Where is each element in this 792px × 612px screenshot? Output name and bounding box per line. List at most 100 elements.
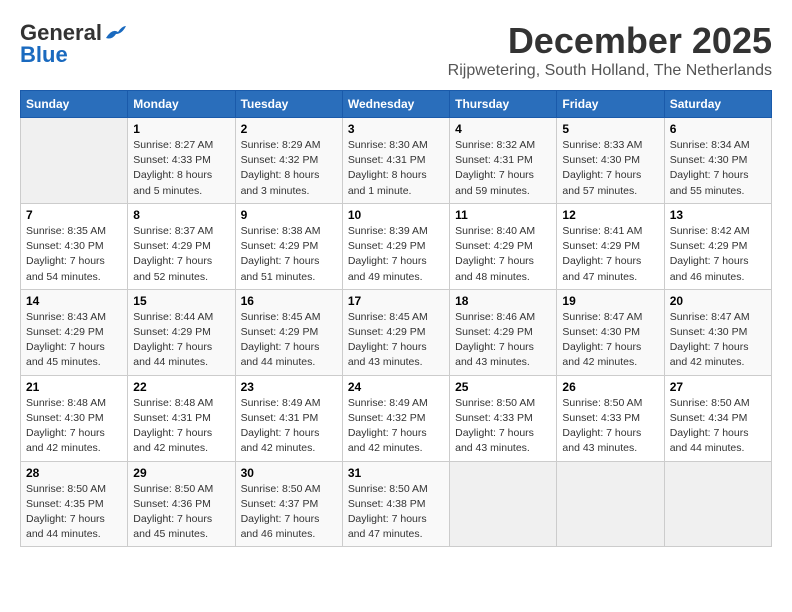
- calendar-cell: 13 Sunrise: 8:42 AMSunset: 4:29 PMDayligh…: [664, 203, 771, 289]
- col-sunday: Sunday: [21, 91, 128, 118]
- day-number: 27: [670, 380, 766, 394]
- calendar-week-row: 1Sunrise: 8:27 AMSunset: 4:33 PMDaylight…: [21, 118, 772, 204]
- calendar-cell: 9 Sunrise: 8:38 AMSunset: 4:29 PMDaylight…: [235, 203, 342, 289]
- day-info: Sunrise: 8:50 AMSunset: 4:37 PMDaylight:…: [241, 482, 337, 543]
- day-info: Sunrise: 8:50 AMSunset: 4:36 PMDaylight:…: [133, 482, 229, 543]
- day-number: 5: [562, 122, 658, 136]
- day-number: 9: [241, 208, 337, 222]
- logo-blue-text: Blue: [20, 42, 68, 68]
- day-info: Sunrise: 8:46 AMSunset: 4:29 PMDaylight:…: [455, 310, 551, 371]
- day-info: Sunrise: 8:29 AMSunset: 4:32 PMDaylight:…: [241, 138, 337, 199]
- day-number: 20: [670, 294, 766, 308]
- day-number: 12: [562, 208, 658, 222]
- calendar-cell: 29 Sunrise: 8:50 AMSunset: 4:36 PMDayligh…: [128, 461, 235, 547]
- calendar-cell: 21 Sunrise: 8:48 AMSunset: 4:30 PMDayligh…: [21, 375, 128, 461]
- day-info: Sunrise: 8:49 AMSunset: 4:32 PMDaylight:…: [348, 396, 444, 457]
- page-title: December 2025: [448, 20, 772, 62]
- col-tuesday: Tuesday: [235, 91, 342, 118]
- day-info: Sunrise: 8:35 AMSunset: 4:30 PMDaylight:…: [26, 224, 122, 285]
- day-number: 14: [26, 294, 122, 308]
- day-number: 18: [455, 294, 551, 308]
- calendar-cell: 24 Sunrise: 8:49 AMSunset: 4:32 PMDayligh…: [342, 375, 449, 461]
- day-info: Sunrise: 8:44 AMSunset: 4:29 PMDaylight:…: [133, 310, 229, 371]
- calendar-cell: 5 Sunrise: 8:33 AMSunset: 4:30 PMDaylight…: [557, 118, 664, 204]
- page-subtitle: Rijpwetering, South Holland, The Netherl…: [448, 62, 772, 80]
- calendar-cell: 26 Sunrise: 8:50 AMSunset: 4:33 PMDayligh…: [557, 375, 664, 461]
- day-info: Sunrise: 8:34 AMSunset: 4:30 PMDaylight:…: [670, 138, 766, 199]
- calendar-week-row: 28Sunrise: 8:50 AMSunset: 4:35 PMDayligh…: [21, 461, 772, 547]
- calendar-cell: 11Sunrise: 8:40 AMSunset: 4:29 PMDayligh…: [450, 203, 557, 289]
- day-info: Sunrise: 8:45 AMSunset: 4:29 PMDaylight:…: [241, 310, 337, 371]
- day-info: Sunrise: 8:39 AMSunset: 4:29 PMDaylight:…: [348, 224, 444, 285]
- day-info: Sunrise: 8:50 AMSunset: 4:38 PMDaylight:…: [348, 482, 444, 543]
- col-thursday: Thursday: [450, 91, 557, 118]
- day-number: 23: [241, 380, 337, 394]
- calendar-cell: 1Sunrise: 8:27 AMSunset: 4:33 PMDaylight…: [128, 118, 235, 204]
- day-number: 15: [133, 294, 229, 308]
- day-info: Sunrise: 8:47 AMSunset: 4:30 PMDaylight:…: [562, 310, 658, 371]
- day-number: 28: [26, 466, 122, 480]
- col-monday: Monday: [128, 91, 235, 118]
- calendar-cell: 18 Sunrise: 8:46 AMSunset: 4:29 PMDayligh…: [450, 289, 557, 375]
- calendar-cell: 28Sunrise: 8:50 AMSunset: 4:35 PMDayligh…: [21, 461, 128, 547]
- day-info: Sunrise: 8:49 AMSunset: 4:31 PMDaylight:…: [241, 396, 337, 457]
- calendar-cell: 10 Sunrise: 8:39 AMSunset: 4:29 PMDayligh…: [342, 203, 449, 289]
- day-number: 26: [562, 380, 658, 394]
- day-info: Sunrise: 8:42 AMSunset: 4:29 PMDaylight:…: [670, 224, 766, 285]
- calendar-cell: 23 Sunrise: 8:49 AMSunset: 4:31 PMDayligh…: [235, 375, 342, 461]
- day-info: Sunrise: 8:48 AMSunset: 4:31 PMDaylight:…: [133, 396, 229, 457]
- calendar-cell: 2 Sunrise: 8:29 AMSunset: 4:32 PMDaylight…: [235, 118, 342, 204]
- day-info: Sunrise: 8:41 AMSunset: 4:29 PMDaylight:…: [562, 224, 658, 285]
- calendar-table: Sunday Monday Tuesday Wednesday Thursday…: [20, 90, 772, 547]
- calendar-cell: 25Sunrise: 8:50 AMSunset: 4:33 PMDayligh…: [450, 375, 557, 461]
- day-info: Sunrise: 8:37 AMSunset: 4:29 PMDaylight:…: [133, 224, 229, 285]
- calendar-cell: 15 Sunrise: 8:44 AMSunset: 4:29 PMDayligh…: [128, 289, 235, 375]
- calendar-cell: 27 Sunrise: 8:50 AMSunset: 4:34 PMDayligh…: [664, 375, 771, 461]
- calendar-cell: 31 Sunrise: 8:50 AMSunset: 4:38 PMDayligh…: [342, 461, 449, 547]
- day-number: 22: [133, 380, 229, 394]
- day-info: Sunrise: 8:50 AMSunset: 4:34 PMDaylight:…: [670, 396, 766, 457]
- day-info: Sunrise: 8:38 AMSunset: 4:29 PMDaylight:…: [241, 224, 337, 285]
- day-number: 31: [348, 466, 444, 480]
- day-info: Sunrise: 8:48 AMSunset: 4:30 PMDaylight:…: [26, 396, 122, 457]
- calendar-cell: 30Sunrise: 8:50 AMSunset: 4:37 PMDayligh…: [235, 461, 342, 547]
- day-info: Sunrise: 8:27 AMSunset: 4:33 PMDaylight:…: [133, 138, 229, 199]
- col-saturday: Saturday: [664, 91, 771, 118]
- title-block: December 2025 Rijpwetering, South Hollan…: [448, 20, 772, 80]
- calendar-cell: 22 Sunrise: 8:48 AMSunset: 4:31 PMDayligh…: [128, 375, 235, 461]
- day-info: Sunrise: 8:47 AMSunset: 4:30 PMDaylight:…: [670, 310, 766, 371]
- calendar-cell: 4Sunrise: 8:32 AMSunset: 4:31 PMDaylight…: [450, 118, 557, 204]
- day-number: 21: [26, 380, 122, 394]
- day-number: 13: [670, 208, 766, 222]
- calendar-cell: [664, 461, 771, 547]
- day-info: Sunrise: 8:50 AMSunset: 4:33 PMDaylight:…: [455, 396, 551, 457]
- day-info: Sunrise: 8:43 AMSunset: 4:29 PMDaylight:…: [26, 310, 122, 371]
- day-number: 16: [241, 294, 337, 308]
- day-number: 17: [348, 294, 444, 308]
- day-number: 29: [133, 466, 229, 480]
- page-header: General Blue December 2025 Rijpwetering,…: [20, 20, 772, 80]
- day-number: 4: [455, 122, 551, 136]
- day-number: 7: [26, 208, 122, 222]
- day-number: 8: [133, 208, 229, 222]
- calendar-week-row: 14 Sunrise: 8:43 AMSunset: 4:29 PMDayligh…: [21, 289, 772, 375]
- day-info: Sunrise: 8:33 AMSunset: 4:30 PMDaylight:…: [562, 138, 658, 199]
- calendar-cell: 6Sunrise: 8:34 AMSunset: 4:30 PMDaylight…: [664, 118, 771, 204]
- calendar-cell: 12 Sunrise: 8:41 AMSunset: 4:29 PMDayligh…: [557, 203, 664, 289]
- calendar-cell: [557, 461, 664, 547]
- day-number: 24: [348, 380, 444, 394]
- day-number: 2: [241, 122, 337, 136]
- day-number: 10: [348, 208, 444, 222]
- day-number: 11: [455, 208, 551, 222]
- calendar-week-row: 7 Sunrise: 8:35 AMSunset: 4:30 PMDaylight…: [21, 203, 772, 289]
- calendar-cell: 16 Sunrise: 8:45 AMSunset: 4:29 PMDayligh…: [235, 289, 342, 375]
- calendar-cell: [21, 118, 128, 204]
- calendar-header-row: Sunday Monday Tuesday Wednesday Thursday…: [21, 91, 772, 118]
- day-number: 3: [348, 122, 444, 136]
- calendar-cell: 8 Sunrise: 8:37 AMSunset: 4:29 PMDaylight…: [128, 203, 235, 289]
- calendar-cell: 7 Sunrise: 8:35 AMSunset: 4:30 PMDaylight…: [21, 203, 128, 289]
- calendar-cell: 17Sunrise: 8:45 AMSunset: 4:29 PMDayligh…: [342, 289, 449, 375]
- day-info: Sunrise: 8:50 AMSunset: 4:33 PMDaylight:…: [562, 396, 658, 457]
- col-wednesday: Wednesday: [342, 91, 449, 118]
- calendar-week-row: 21 Sunrise: 8:48 AMSunset: 4:30 PMDayligh…: [21, 375, 772, 461]
